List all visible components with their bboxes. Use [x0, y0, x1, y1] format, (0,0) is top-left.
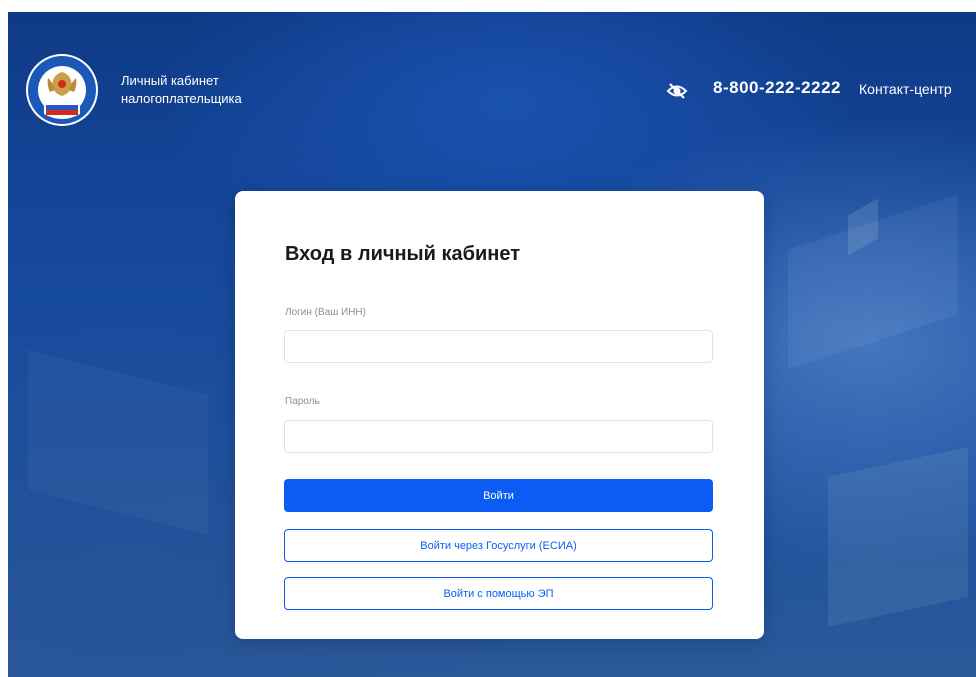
brand-title[interactable]: Личный кабинет налогоплательщика — [121, 72, 301, 108]
contact-center-link[interactable]: Контакт-центр — [859, 81, 952, 97]
login-title: Вход в личный кабинет — [285, 243, 520, 265]
password-input[interactable] — [284, 420, 713, 453]
login-card: Вход в личный кабинет Логин (Ваш ИНН) Па… — [235, 191, 764, 639]
login-field-label: Логин (Ваш ИНН) — [285, 307, 366, 318]
page-background: Личный кабинет налогоплательщика 8-800-2… — [8, 12, 976, 677]
gosuslugi-login-button[interactable]: Войти через Госуслуги (ЕСИА) — [284, 529, 713, 562]
login-inn-input[interactable] — [284, 330, 713, 363]
eye-low-vision-icon — [666, 83, 688, 99]
brand-title-line2: налогоплательщика — [121, 91, 242, 106]
password-field-label: Пароль — [285, 396, 320, 407]
fns-emblem-icon[interactable] — [24, 52, 100, 128]
digital-signature-login-button[interactable]: Войти с помощью ЭП — [284, 577, 713, 610]
background-decoration — [828, 447, 968, 627]
brand-title-line1: Личный кабинет — [121, 73, 219, 88]
login-submit-button[interactable]: Войти — [284, 479, 713, 512]
low-vision-toggle[interactable] — [666, 80, 688, 102]
background-decoration — [28, 349, 208, 535]
hotline-phone-link[interactable]: 8-800-222-2222 — [713, 78, 841, 98]
